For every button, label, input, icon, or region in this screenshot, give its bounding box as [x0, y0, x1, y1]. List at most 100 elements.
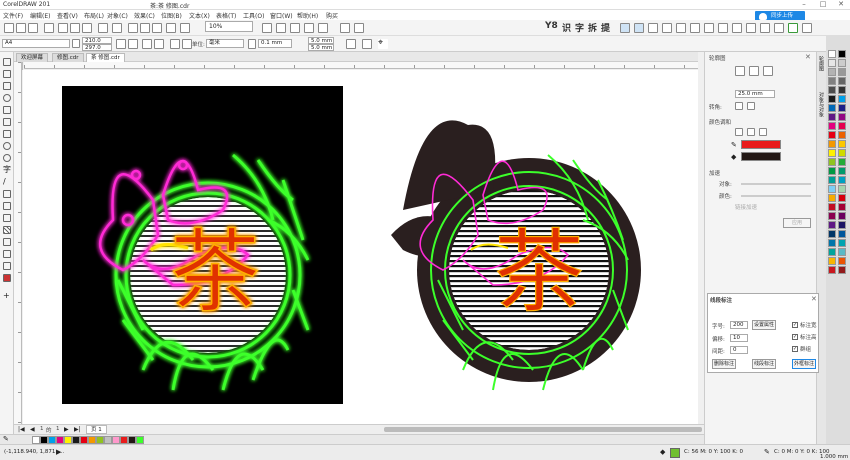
publish-pdf-icon[interactable]	[180, 23, 190, 33]
palette-swatch[interactable]	[828, 131, 836, 139]
maximize-icon[interactable]: □	[814, 0, 832, 10]
color-ccw-icon[interactable]	[759, 128, 767, 136]
palette-swatch[interactable]	[828, 95, 836, 103]
group-checkbox[interactable]: ✓	[792, 346, 798, 352]
text-tool-icon[interactable]: 字	[3, 166, 11, 174]
page-width-input[interactable]: 210.0 mm	[82, 37, 112, 51]
minimize-icon[interactable]: –	[795, 0, 813, 10]
open-icon[interactable]	[16, 23, 26, 33]
menu-item[interactable]: 窗口(W)	[270, 11, 293, 20]
launch-icon[interactable]	[354, 23, 364, 33]
current-page-icon[interactable]	[154, 39, 164, 49]
outline-pen-icon[interactable]	[3, 274, 11, 282]
palette-swatch[interactable]	[828, 248, 836, 256]
first-page-icon[interactable]: |◀	[18, 426, 25, 433]
import-icon[interactable]	[140, 23, 150, 33]
palette-swatch[interactable]	[828, 203, 836, 211]
close-icon[interactable]: ✕	[832, 0, 850, 10]
transparency-icon[interactable]	[3, 214, 11, 222]
zoom-level-select[interactable]: 10%	[205, 21, 253, 32]
palette-swatch[interactable]	[838, 194, 846, 202]
contour-offset-input[interactable]: 25.0 mm	[735, 90, 775, 98]
connector-tool-icon[interactable]	[3, 190, 11, 198]
palette-swatch[interactable]	[838, 122, 846, 130]
fill-color-swatch[interactable]	[741, 152, 781, 161]
tab-welcome[interactable]: 欢迎屏幕	[16, 53, 49, 62]
play-icon[interactable]: ▶	[56, 448, 61, 456]
next-page-icon[interactable]: ▶	[64, 426, 69, 433]
drop-shadow-icon[interactable]	[3, 202, 11, 210]
spacing-input[interactable]: 0	[730, 346, 748, 354]
page-border-icon[interactable]	[170, 39, 180, 49]
crop-icon[interactable]	[774, 23, 784, 33]
document-swatch[interactable]	[72, 436, 80, 444]
palette-swatch[interactable]	[838, 185, 846, 193]
height-checkbox[interactable]: ✓	[792, 334, 798, 340]
delete-annotation-button[interactable]: 删除标注	[712, 359, 736, 369]
bbox-annotation-button[interactable]: 外框标注	[792, 359, 816, 369]
export-icon[interactable]	[152, 23, 162, 33]
palette-swatch[interactable]	[828, 77, 836, 85]
palette-swatch[interactable]	[838, 248, 846, 256]
palette-swatch[interactable]	[828, 140, 836, 148]
dialog-close-icon[interactable]: ✕	[811, 295, 817, 303]
matrix-icon[interactable]	[746, 23, 756, 33]
contour-center-icon[interactable]	[763, 66, 773, 76]
palette-swatch[interactable]	[828, 194, 836, 202]
duplicate-x-input[interactable]: 5.0 mm	[308, 37, 334, 44]
smart-fill-icon[interactable]	[3, 262, 11, 270]
freehand-tool-icon[interactable]	[3, 106, 11, 114]
corel-connect-icon[interactable]	[166, 23, 176, 33]
object-accel-slider[interactable]	[741, 183, 811, 185]
columns-icon[interactable]	[732, 23, 742, 33]
side-tab-contour[interactable]: 轮廓图	[818, 56, 825, 71]
save-icon[interactable]	[28, 23, 38, 33]
palette-swatch[interactable]	[828, 158, 836, 166]
align-icon[interactable]	[620, 23, 630, 33]
document-swatch[interactable]	[32, 436, 40, 444]
apply-button[interactable]: 应用	[783, 218, 811, 228]
palette-swatch[interactable]	[828, 230, 836, 238]
neon-artwork-left[interactable]: 茶	[62, 86, 343, 404]
palette-swatch[interactable]	[838, 77, 846, 85]
palette-swatch[interactable]	[838, 266, 846, 274]
set-attr-button[interactable]: 设置属性	[752, 320, 776, 330]
copy-icon[interactable]	[70, 23, 80, 33]
menu-item[interactable]: 对象(C)	[107, 11, 128, 20]
menu-item[interactable]: 布局(L)	[84, 11, 104, 20]
palette-swatch[interactable]	[828, 104, 836, 112]
eyedropper-icon[interactable]: ✎	[3, 435, 9, 443]
segment-annotation-button[interactable]: 线段标注	[752, 359, 776, 369]
duplicate-y-input[interactable]: 5.0 mm	[308, 44, 334, 51]
palette-swatch[interactable]	[828, 239, 836, 247]
menu-item[interactable]: 工具(O)	[243, 11, 264, 20]
make-current-default-icon[interactable]	[346, 39, 356, 49]
palette-swatch[interactable]	[838, 239, 846, 247]
document-swatch[interactable]	[56, 436, 64, 444]
interactive-fill-icon[interactable]	[3, 250, 11, 258]
palette-swatch[interactable]	[838, 104, 846, 112]
palette-swatch[interactable]	[828, 86, 836, 94]
docker-close-icon[interactable]: ✕	[805, 53, 811, 61]
palette-swatch[interactable]	[828, 122, 836, 130]
paste-icon[interactable]	[82, 23, 92, 33]
horizontal-ruler[interactable]	[24, 62, 698, 69]
palette-swatch[interactable]	[828, 212, 836, 220]
palette-swatch[interactable]	[838, 149, 846, 157]
document-swatch[interactable]	[88, 436, 96, 444]
pick-tool-icon[interactable]	[3, 58, 11, 66]
add-preset-icon[interactable]	[362, 39, 372, 49]
landscape-icon[interactable]	[128, 39, 138, 49]
width-checkbox[interactable]: ✓	[792, 322, 798, 328]
page-height-input[interactable]: 297.0 mm	[82, 44, 112, 58]
palette-swatch[interactable]	[838, 212, 846, 220]
parallel-dimension-icon[interactable]: /	[3, 178, 11, 186]
side-tab-objects[interactable]: 对象与对象	[818, 92, 825, 117]
palette-swatch[interactable]	[828, 185, 836, 193]
units-select[interactable]: 毫米	[206, 39, 244, 48]
last-page-icon[interactable]: ▶|	[74, 426, 81, 433]
rotate-cw-icon[interactable]	[747, 102, 755, 110]
y8-tool[interactable]: Y8	[545, 21, 558, 31]
palette-swatch[interactable]	[838, 68, 846, 76]
palette-swatch[interactable]	[828, 167, 836, 175]
